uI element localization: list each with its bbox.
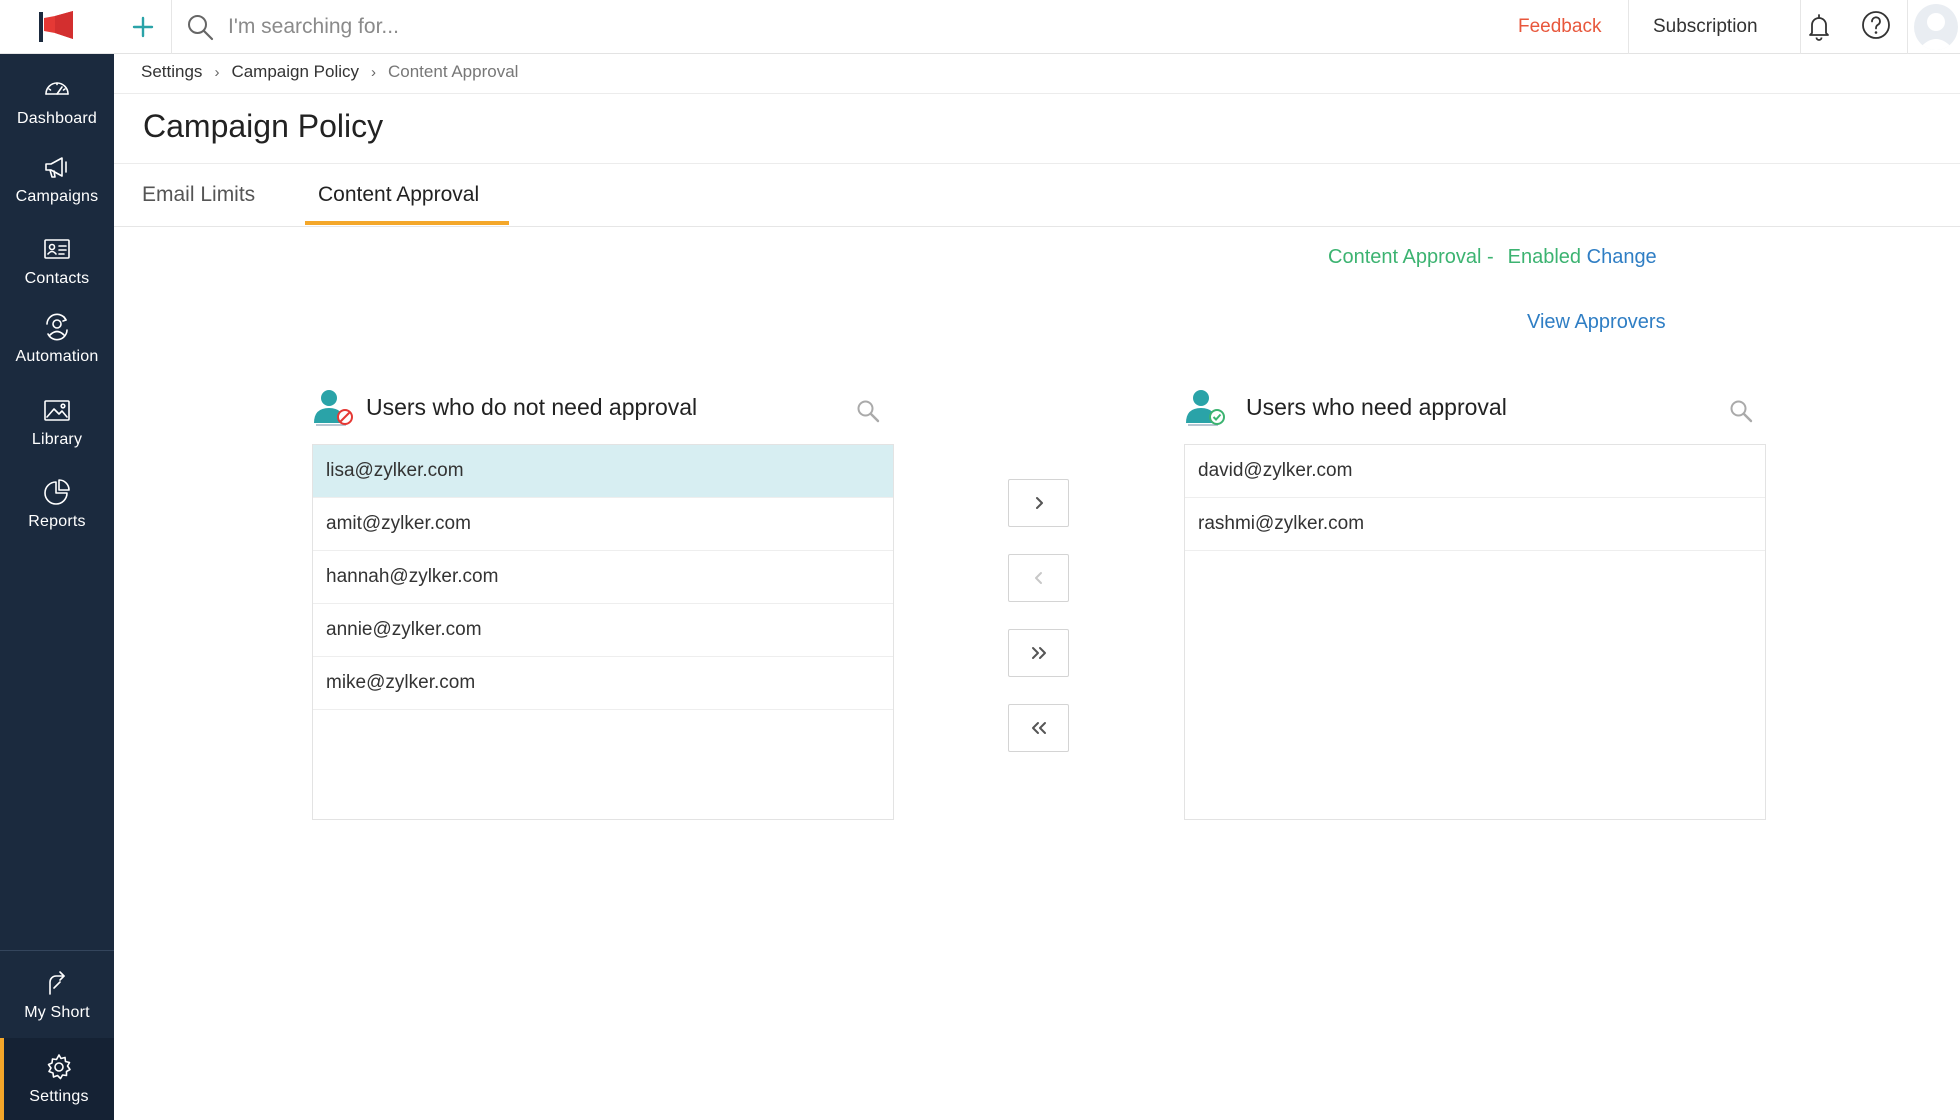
- megaphone-icon: [45, 157, 67, 178]
- avatar[interactable]: [1914, 4, 1958, 50]
- chevron-right-icon: ›: [371, 63, 376, 81]
- view-approvers-link[interactable]: View Approvers: [1527, 311, 1666, 334]
- move-left-button[interactable]: [1008, 554, 1069, 602]
- subscription-link[interactable]: Subscription: [1653, 0, 1758, 54]
- sidebar-item-label: Contacts: [24, 270, 90, 287]
- sidebar-item-label: My Short: [24, 1004, 90, 1021]
- right-panel-header: Users who need approval: [1184, 387, 1507, 427]
- image-icon: [44, 400, 70, 421]
- user-blocked-icon: [314, 390, 353, 426]
- breadcrumb: Settings › Campaign Policy › Content App…: [141, 60, 518, 84]
- sidebar-item-settings[interactable]: Settings: [0, 1038, 114, 1120]
- sidebar-item-label: Automation: [15, 348, 99, 365]
- move-all-right-button[interactable]: [1008, 629, 1069, 677]
- header-divider: [1907, 0, 1908, 54]
- double-chevron-left-icon: [1031, 722, 1046, 734]
- help-icon[interactable]: [1860, 9, 1892, 41]
- breadcrumb-settings[interactable]: Settings: [141, 62, 202, 82]
- users-needing-approval-list: david@zylker.com rashmi@zylker.com: [1184, 444, 1766, 820]
- sidebar-item-automation[interactable]: Automation: [0, 300, 114, 378]
- list-item[interactable]: amit@zylker.com: [313, 498, 893, 551]
- sidebar: Dashboard Campaigns Contacts Automation …: [0, 0, 114, 1120]
- plus-icon: [132, 16, 153, 38]
- left-panel-header: Users who do not need approval: [312, 387, 697, 427]
- sidebar-item-library[interactable]: Library: [0, 383, 114, 461]
- shortcut-icon: [49, 971, 65, 995]
- double-chevron-right-icon: [1031, 647, 1046, 659]
- content-approval-status: Content Approval - Enabled Change: [1328, 246, 1657, 269]
- pie-chart-icon: [44, 479, 70, 505]
- sidebar-item-label: Settings: [29, 1088, 89, 1105]
- sidebar-item-label: Campaigns: [15, 188, 99, 205]
- sidebar-item-campaigns[interactable]: Campaigns: [0, 140, 114, 218]
- change-link[interactable]: Change: [1587, 246, 1657, 268]
- global-search-input[interactable]: [228, 10, 928, 44]
- feedback-link[interactable]: Feedback: [1518, 0, 1601, 54]
- sidebar-item-my-short[interactable]: My Short: [0, 956, 114, 1034]
- right-panel-title: Users who need approval: [1246, 393, 1507, 420]
- top-header: Feedback Subscription: [114, 0, 1960, 54]
- header-divider: [1800, 0, 1801, 54]
- sidebar-item-label: Reports: [28, 513, 86, 530]
- divider: [114, 226, 1960, 227]
- divider: [114, 93, 1960, 94]
- search-icon[interactable]: [1728, 398, 1754, 424]
- sidebar-item-contacts[interactable]: Contacts: [0, 222, 114, 300]
- contact-card-icon: [44, 239, 70, 259]
- user-approved-icon: [1186, 390, 1225, 426]
- users-not-needing-approval-list: lisa@zylker.com amit@zylker.com hannah@z…: [312, 444, 894, 820]
- header-divider: [1628, 0, 1629, 54]
- notification-bell-icon[interactable]: [1803, 11, 1835, 43]
- status-value: Enabled: [1507, 246, 1582, 268]
- page-title: Campaign Policy: [143, 108, 384, 144]
- chevron-right-icon: [1035, 497, 1043, 509]
- add-button[interactable]: [114, 0, 172, 54]
- move-right-button[interactable]: [1008, 479, 1069, 527]
- chevron-right-icon: ›: [214, 63, 220, 81]
- left-panel-title: Users who do not need approval: [366, 393, 698, 420]
- move-all-left-button[interactable]: [1008, 704, 1069, 752]
- list-item[interactable]: hannah@zylker.com: [313, 551, 893, 604]
- list-item[interactable]: mike@zylker.com: [313, 657, 893, 710]
- list-item[interactable]: rashmi@zylker.com: [1185, 498, 1765, 551]
- list-item[interactable]: david@zylker.com: [1185, 445, 1765, 498]
- sidebar-item-reports[interactable]: Reports: [0, 465, 114, 543]
- active-tab-indicator: [305, 221, 509, 225]
- tab-content-approval[interactable]: Content Approval: [318, 183, 479, 207]
- megaphone-logo-icon: [39, 10, 73, 42]
- search-icon: [186, 13, 214, 41]
- breadcrumb-campaign-policy[interactable]: Campaign Policy: [231, 62, 359, 82]
- chevron-left-icon: [1034, 572, 1042, 584]
- gauge-icon: [45, 82, 69, 95]
- list-item[interactable]: annie@zylker.com: [313, 604, 893, 657]
- sidebar-item-label: Dashboard: [16, 110, 98, 127]
- sidebar-item-dashboard[interactable]: Dashboard: [0, 62, 114, 140]
- search-icon[interactable]: [855, 398, 881, 424]
- breadcrumb-current: Content Approval: [388, 62, 519, 81]
- sidebar-item-label: Library: [31, 431, 83, 448]
- divider: [114, 163, 1960, 164]
- app-logo[interactable]: [0, 0, 114, 54]
- status-label: Content Approval -: [1328, 246, 1494, 268]
- automation-icon: [46, 313, 68, 341]
- tab-email-limits[interactable]: Email Limits: [142, 183, 255, 207]
- list-item[interactable]: lisa@zylker.com: [313, 445, 893, 498]
- gear-icon: [47, 1054, 71, 1080]
- sidebar-divider: [0, 950, 114, 951]
